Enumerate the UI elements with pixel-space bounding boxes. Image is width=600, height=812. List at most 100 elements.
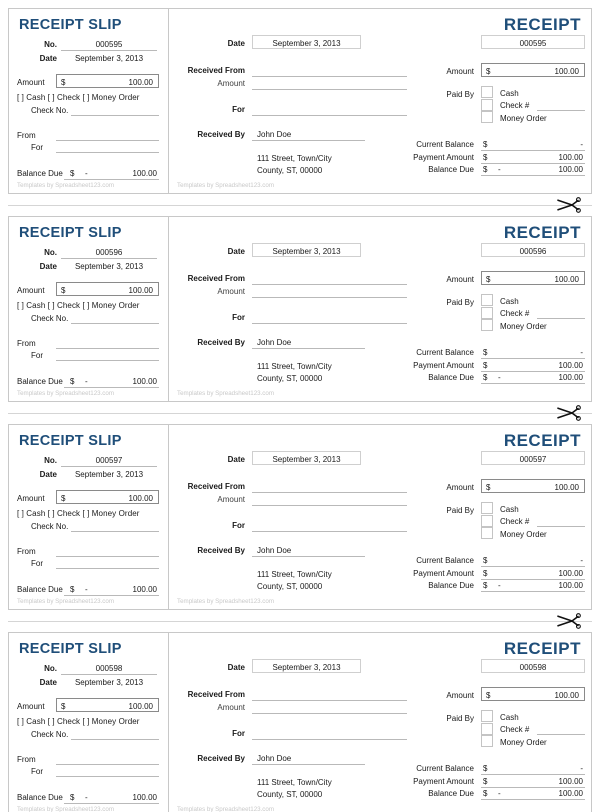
slip-payment-options[interactable]: [ ] Cash [ ] Check [ ] Money Order <box>17 301 140 310</box>
slip-payment-options[interactable]: [ ] Cash [ ] Check [ ] Money Order <box>17 509 140 518</box>
slip-title: RECEIPT SLIP <box>19 641 122 657</box>
slip-amount-field[interactable]: $100.00 <box>56 490 159 504</box>
receipt-number-field[interactable]: 000597 <box>481 451 585 465</box>
receipt-amount-field[interactable]: $100.00 <box>481 479 585 493</box>
receipt-card: RECEIPT Date September 3, 2013 000595 Receiv… <box>168 8 592 194</box>
slip-check-no-rule <box>71 739 159 740</box>
receipt-current-balance-rule <box>481 150 585 151</box>
receipt-paid-by-checkbox-3[interactable] <box>481 527 493 539</box>
slip-from-label: From <box>17 755 36 764</box>
slip-balance-currency: $ <box>70 377 75 386</box>
receipt-received-from-label: Received From <box>187 274 245 283</box>
receipt-paid-by-checkbox-1[interactable] <box>481 294 493 306</box>
receipt-payment-amount-value: 100.00 <box>558 360 583 370</box>
slip-balance-due-rule <box>64 803 159 804</box>
receipt-number-field[interactable]: 000595 <box>481 35 585 49</box>
receipt-slip-card: RECEIPT SLIP No. 000598 Date September 3, 20… <box>8 632 168 812</box>
slip-footer-note: Templates by Spreadsheet123.com <box>17 182 114 189</box>
receipt-received-by-label: Received By <box>197 338 245 347</box>
receipt-payment-amount-rule <box>481 786 585 788</box>
receipt-amount-field[interactable]: $100.00 <box>481 63 585 77</box>
slip-date-value: September 3, 2013 <box>74 678 144 687</box>
receipt-amount-field[interactable]: $100.00 <box>481 271 585 285</box>
receipt-address-line2: County, ST, 00000 <box>257 582 323 591</box>
receipt-date-field[interactable]: September 3, 2013 <box>252 659 361 673</box>
slip-no-label: No. <box>44 40 57 49</box>
receipt-block: RECEIPT SLIP No. 000598 Date September 3, 20… <box>8 632 592 812</box>
receipt-payment-amount-currency: $ <box>483 360 488 370</box>
receipt-paid-by-option-2: Check # <box>500 101 530 110</box>
receipt-for-label: For <box>232 105 245 114</box>
receipt-title: RECEIPT <box>503 639 581 658</box>
slip-amount-value: 100.00 <box>128 702 153 711</box>
receipt-balance-due-rule <box>481 383 585 384</box>
slip-amount-field[interactable]: $100.00 <box>56 282 159 296</box>
slip-amount-label: Amount <box>17 494 45 503</box>
receipt-paid-by-option-2: Check # <box>500 725 530 734</box>
receipt-balance-due-value: 100.00 <box>558 373 583 382</box>
slip-balance-dash: - <box>85 793 88 802</box>
slip-amount-label: Amount <box>17 78 45 87</box>
receipt-address-line2: County, ST, 00000 <box>257 790 323 799</box>
receipt-amount-line-label: Amount <box>217 79 245 88</box>
cut-line-row <box>8 402 592 424</box>
slip-amount-value: 100.00 <box>128 78 153 87</box>
receipt-amount-currency: $ <box>486 275 491 284</box>
slip-balance-due-value: 100.00 <box>132 169 157 178</box>
slip-balance-dash: - <box>85 169 88 178</box>
receipt-amount-value: 100.00 <box>554 275 579 284</box>
receipt-amount-currency: $ <box>486 483 491 492</box>
receipt-paid-by-checkbox-3[interactable] <box>481 111 493 123</box>
receipt-address-line2: County, ST, 00000 <box>257 166 323 175</box>
receipt-received-by-value: John Doe <box>257 754 292 763</box>
slip-amount-field[interactable]: $100.00 <box>56 698 159 712</box>
receipt-current-balance-currency: $ <box>483 140 488 149</box>
receipt-paid-by-checkbox-1[interactable] <box>481 502 493 514</box>
receipt-paid-by-checkbox-2[interactable] <box>481 514 493 527</box>
slip-amount-currency: $ <box>61 286 66 295</box>
receipt-received-from-rule <box>252 700 407 701</box>
receipt-received-by-rule <box>252 556 365 557</box>
receipt-date-field[interactable]: September 3, 2013 <box>252 35 361 49</box>
slip-payment-options[interactable]: [ ] Cash [ ] Check [ ] Money Order <box>17 93 140 102</box>
receipt-number-field[interactable]: 000596 <box>481 243 585 257</box>
receipt-paid-by-checkbox-2[interactable] <box>481 722 493 735</box>
slip-no-value: 000595 <box>95 40 123 49</box>
receipt-amount-box-label: Amount <box>446 275 474 284</box>
slip-amount-field[interactable]: $100.00 <box>56 74 159 88</box>
receipt-date-field[interactable]: September 3, 2013 <box>252 451 361 465</box>
receipt-title: RECEIPT <box>503 15 581 34</box>
receipt-payment-amount-label: Payment Amount <box>413 776 474 786</box>
receipt-balance-due-dash: - <box>498 581 501 590</box>
receipt-slip-card: RECEIPT SLIP No. 000597 Date September 3, 20… <box>8 424 168 610</box>
receipt-paid-by-checkbox-2[interactable] <box>481 306 493 319</box>
receipt-date-label: Date <box>227 455 245 464</box>
receipt-block: RECEIPT SLIP No. 000596 Date September 3, 20… <box>8 216 592 402</box>
receipt-address-line1: 111 Street, Town/City <box>257 570 332 579</box>
receipt-payment-amount-currency: $ <box>483 152 488 162</box>
receipt-amount-currency: $ <box>486 67 491 76</box>
slip-balance-currency: $ <box>70 793 75 802</box>
receipt-paid-by-checkbox-1[interactable] <box>481 86 493 98</box>
receipt-balance-due-label: Balance Due <box>428 373 474 382</box>
receipt-received-by-value: John Doe <box>257 130 292 139</box>
receipt-balance-due-rule <box>481 591 585 592</box>
receipt-number-field[interactable]: 000598 <box>481 659 585 673</box>
slip-no-label: No. <box>44 248 57 257</box>
receipt-paid-by-checkbox-3[interactable] <box>481 735 493 747</box>
receipt-paid-by-checkbox-2[interactable] <box>481 98 493 111</box>
receipt-block: RECEIPT SLIP No. 000597 Date September 3, 20… <box>8 424 592 610</box>
slip-payment-options[interactable]: [ ] Cash [ ] Check [ ] Money Order <box>17 717 140 726</box>
receipt-check-number-rule <box>537 109 585 111</box>
receipt-for-rule <box>252 739 407 740</box>
slip-date-label: Date <box>39 470 57 479</box>
receipt-date-label: Date <box>227 663 245 672</box>
slip-from-label: From <box>17 131 36 140</box>
receipt-date-field[interactable]: September 3, 2013 <box>252 243 361 257</box>
receipt-paid-by-checkbox-1[interactable] <box>481 710 493 722</box>
slip-receipt-divider <box>168 216 169 402</box>
receipt-amount-field[interactable]: $100.00 <box>481 687 585 701</box>
receipt-address-line1: 111 Street, Town/City <box>257 154 332 163</box>
receipt-current-balance-rule <box>481 774 585 775</box>
receipt-paid-by-checkbox-3[interactable] <box>481 319 493 331</box>
